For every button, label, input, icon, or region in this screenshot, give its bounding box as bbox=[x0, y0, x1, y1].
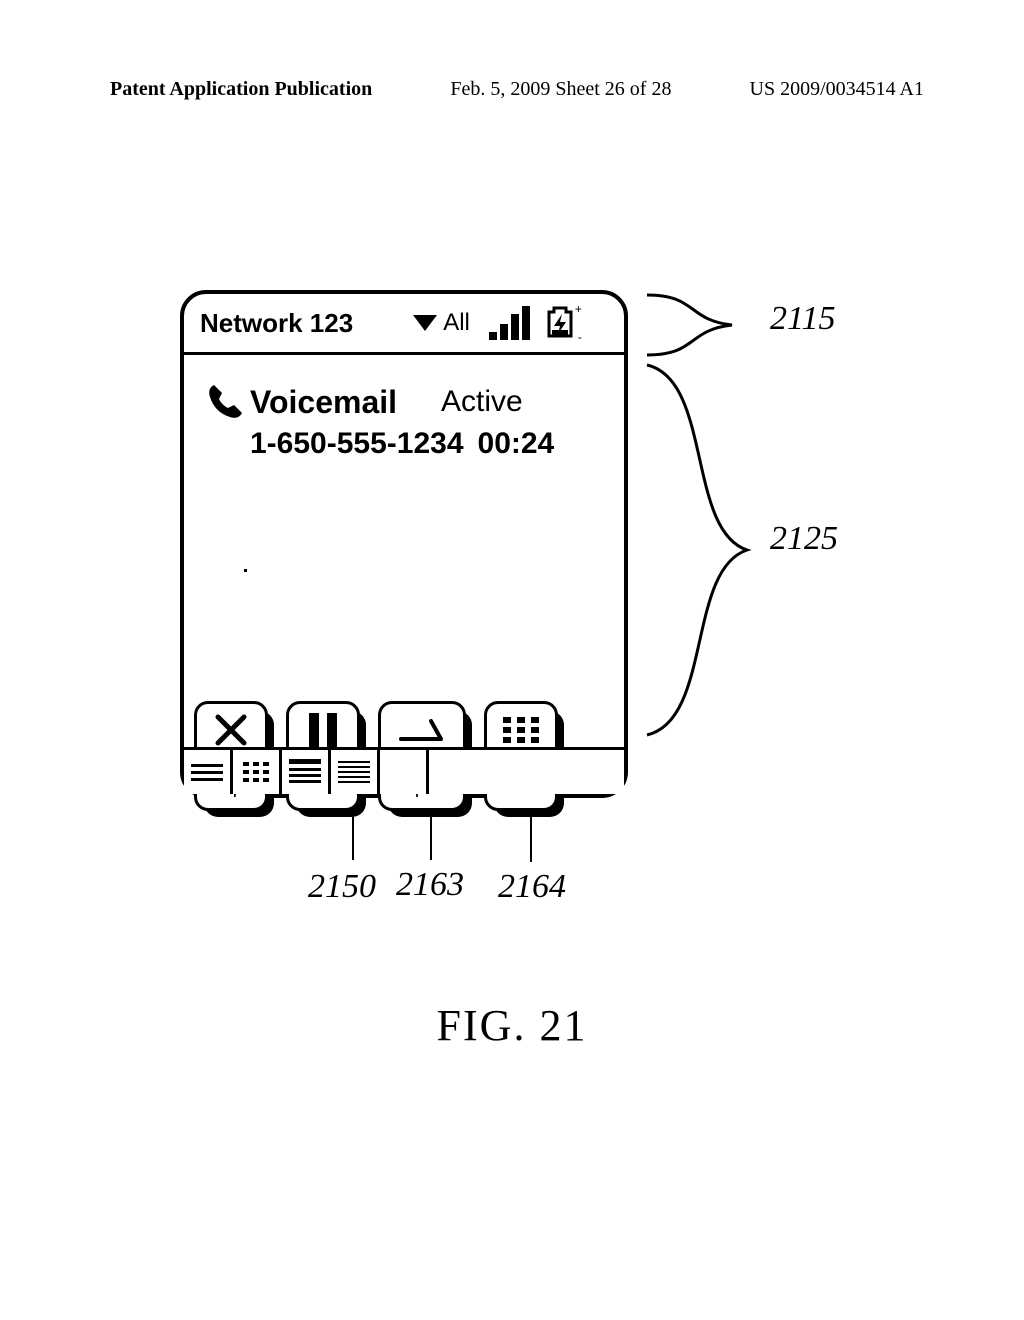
card-icon bbox=[289, 759, 321, 786]
brace-body bbox=[642, 360, 762, 740]
call-area: Voicemail Active 1-650-555-1234 00:24 Ha… bbox=[184, 381, 624, 461]
bottom-tab-bar bbox=[184, 747, 624, 794]
keypad-icon bbox=[487, 710, 555, 750]
cancel-speaker-icon bbox=[381, 710, 463, 750]
status-bar: Network 123 All + - bbox=[184, 294, 624, 355]
dropdown-triangle-icon[interactable] bbox=[413, 315, 437, 331]
phone-screen: Network 123 All + - Voicemai bbox=[180, 290, 628, 798]
tab-2[interactable] bbox=[233, 750, 282, 794]
brace-statusbar bbox=[642, 290, 752, 360]
list-icon bbox=[191, 760, 223, 785]
ref-2115: 2115 bbox=[770, 300, 835, 338]
header-right: US 2009/0034514 A1 bbox=[750, 78, 924, 101]
tab-4[interactable] bbox=[331, 750, 380, 794]
page-header: Patent Application Publication Feb. 5, 2… bbox=[0, 78, 1024, 101]
battery-icon: + - bbox=[540, 306, 580, 340]
header-center: Feb. 5, 2009 Sheet 26 of 28 bbox=[450, 78, 671, 101]
tab-phone-active[interactable] bbox=[380, 750, 429, 794]
lines-icon bbox=[338, 758, 370, 786]
ref-2164: 2164 bbox=[498, 868, 566, 906]
phone-icon bbox=[204, 381, 246, 423]
signal-icon bbox=[486, 306, 530, 340]
call-number: 1-650-555-1234 bbox=[250, 427, 464, 461]
call-title: Voicemail bbox=[250, 384, 397, 421]
grid-icon bbox=[243, 762, 269, 782]
figure-label: FIG. 21 bbox=[0, 1000, 1024, 1051]
call-status: Active bbox=[441, 385, 523, 419]
network-name: Network 123 bbox=[200, 308, 353, 339]
ref-2125: 2125 bbox=[770, 520, 838, 558]
pause-icon bbox=[289, 710, 357, 750]
ref-2163: 2163 bbox=[396, 866, 464, 904]
dropdown-label[interactable]: All bbox=[443, 309, 470, 337]
call-duration: 00:24 bbox=[478, 427, 555, 461]
tab-3[interactable] bbox=[282, 750, 331, 794]
close-icon bbox=[197, 710, 265, 750]
phone-icon bbox=[388, 757, 418, 787]
tab-spacer bbox=[429, 750, 624, 794]
header-left: Patent Application Publication bbox=[110, 78, 372, 101]
ref-2150: 2150 bbox=[308, 868, 376, 906]
tab-1[interactable] bbox=[184, 750, 233, 794]
stray-mark bbox=[244, 569, 247, 572]
